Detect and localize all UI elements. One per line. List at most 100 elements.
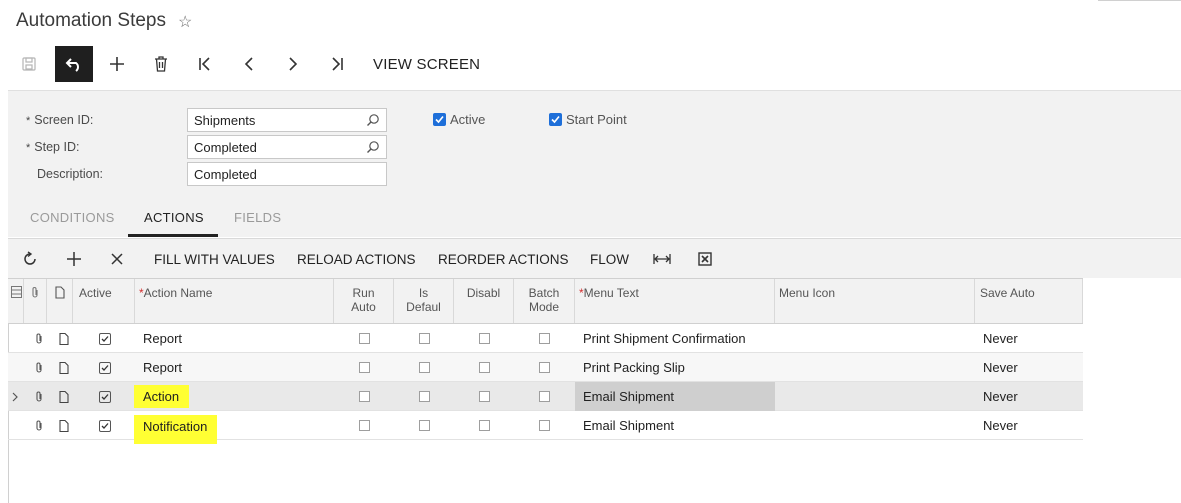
menu-text-cell[interactable]: Print Shipment Confirmation — [583, 324, 746, 353]
batch-mode-checkbox[interactable] — [539, 353, 550, 382]
note-icon[interactable] — [59, 411, 69, 440]
undo-icon — [65, 58, 79, 72]
delete-icon[interactable] — [150, 46, 172, 82]
run-auto-checkbox[interactable] — [359, 324, 370, 353]
header-menu-text[interactable]: *Menu Text — [575, 279, 775, 323]
run-auto-checkbox[interactable] — [359, 353, 370, 382]
batch-mode-checkbox[interactable] — [539, 411, 550, 440]
description-label: Description: — [37, 167, 103, 181]
note-icon[interactable] — [59, 382, 69, 411]
disabled-checkbox[interactable] — [479, 324, 490, 353]
header-disabled[interactable]: Disabl — [454, 279, 514, 323]
action-name-cell[interactable]: Report — [143, 353, 182, 382]
add-row-icon[interactable] — [66, 239, 82, 279]
action-name-cell[interactable]: Notification — [134, 411, 218, 449]
action-name-cell[interactable]: Action — [134, 382, 190, 411]
note-column-icon — [47, 279, 73, 323]
menu-text-cell[interactable]: Email Shipment — [575, 382, 775, 411]
disabled-checkbox[interactable] — [479, 382, 490, 411]
export-excel-icon[interactable] — [698, 239, 712, 279]
header-menu-icon[interactable]: Menu Icon — [775, 279, 975, 323]
attachment-icon[interactable] — [35, 411, 44, 440]
save-auto-cell[interactable]: Never — [983, 382, 1018, 411]
header-action-name[interactable]: *Action Name — [135, 279, 334, 323]
reorder-actions-button[interactable]: REORDER ACTIONS — [438, 239, 569, 279]
description-field[interactable]: Completed — [187, 162, 387, 186]
header-is-default[interactable]: Is Defaul — [394, 279, 454, 323]
attachment-icon[interactable] — [35, 382, 44, 411]
active-checkbox[interactable]: Active — [433, 112, 485, 127]
table-row[interactable]: Report Print Packing Slip Never — [8, 353, 1083, 382]
active-checkbox[interactable] — [99, 324, 111, 353]
search-icon — [367, 114, 379, 126]
save-auto-cell[interactable]: Never — [983, 324, 1018, 353]
flow-button[interactable]: FLOW — [590, 239, 629, 279]
fill-with-values-button[interactable]: FILL WITH VALUES — [154, 239, 275, 279]
menu-text-cell[interactable]: Email Shipment — [583, 411, 674, 440]
main-toolbar: VIEW SCREEN — [0, 46, 1181, 82]
header-run-auto[interactable]: Run Auto — [334, 279, 394, 323]
attachment-column-icon — [24, 279, 47, 323]
step-id-label: * Step ID: — [26, 140, 80, 154]
checkbox-checked-icon — [549, 113, 562, 126]
active-tab-indicator — [128, 234, 218, 237]
note-icon[interactable] — [59, 353, 69, 382]
tab-conditions[interactable]: CONDITIONS — [30, 210, 115, 225]
step-id-field[interactable]: Completed — [187, 135, 387, 159]
search-icon — [367, 141, 379, 153]
tab-actions[interactable]: ACTIONS — [144, 210, 204, 225]
fit-columns-icon[interactable] — [653, 239, 671, 279]
is-default-checkbox[interactable] — [419, 382, 430, 411]
grid-header: Active *Action Name Run Auto Is Defaul Dis… — [8, 278, 1083, 324]
run-auto-checkbox[interactable] — [359, 382, 370, 411]
title-bar: Automation Steps ☆ — [0, 0, 1181, 44]
add-icon[interactable] — [106, 46, 128, 82]
screen-id-label: * Screen ID: — [26, 113, 94, 127]
header-batch-mode[interactable]: Batch Mode — [514, 279, 575, 323]
column-settings-icon[interactable] — [8, 279, 24, 323]
table-row-selected[interactable]: Action Email Shipment Never — [8, 382, 1083, 411]
attachment-icon[interactable] — [35, 353, 44, 382]
undo-button[interactable] — [55, 46, 93, 82]
action-name-cell[interactable]: Report — [143, 324, 182, 353]
screen-id-field[interactable]: Shipments — [187, 108, 387, 132]
tab-fields[interactable]: FIELDS — [234, 210, 281, 225]
save-icon[interactable] — [18, 46, 40, 82]
favorite-star-icon[interactable]: ☆ — [178, 12, 192, 32]
attachment-icon[interactable] — [35, 324, 44, 353]
grid-toolbar: FILL WITH VALUES RELOAD ACTIONS REORDER … — [8, 238, 1181, 278]
active-checkbox[interactable] — [99, 411, 111, 440]
active-checkbox[interactable] — [99, 353, 111, 382]
run-auto-checkbox[interactable] — [359, 411, 370, 440]
first-record-icon[interactable] — [194, 46, 216, 82]
batch-mode-checkbox[interactable] — [539, 324, 550, 353]
reload-actions-button[interactable]: RELOAD ACTIONS — [297, 239, 416, 279]
checkbox-checked-icon — [433, 113, 446, 126]
is-default-checkbox[interactable] — [419, 353, 430, 382]
is-default-checkbox[interactable] — [419, 411, 430, 440]
menu-text-cell[interactable]: Print Packing Slip — [583, 353, 685, 382]
highlight-marker: Notification — [134, 415, 218, 444]
note-icon[interactable] — [59, 324, 69, 353]
table-row[interactable]: Notification Email Shipment Never — [8, 411, 1083, 444]
batch-mode-checkbox[interactable] — [539, 382, 550, 411]
table-row[interactable]: Report Print Shipment Confirmation Never — [8, 324, 1083, 353]
header-save-auto[interactable]: Save Auto — [975, 279, 1083, 323]
refresh-icon[interactable] — [22, 239, 38, 279]
header-active[interactable]: Active — [73, 279, 135, 323]
save-auto-cell[interactable]: Never — [983, 353, 1018, 382]
disabled-checkbox[interactable] — [479, 353, 490, 382]
disabled-checkbox[interactable] — [479, 411, 490, 440]
next-record-icon[interactable] — [282, 46, 304, 82]
last-record-icon[interactable] — [326, 46, 348, 82]
active-checkbox[interactable] — [99, 382, 111, 411]
start-point-checkbox[interactable]: Start Point — [549, 112, 627, 127]
save-auto-cell[interactable]: Never — [983, 411, 1018, 440]
delete-row-icon[interactable] — [110, 239, 124, 279]
step-id-value: Completed — [194, 140, 257, 155]
is-default-checkbox[interactable] — [419, 324, 430, 353]
row-selector-chevron-icon — [12, 382, 19, 411]
previous-record-icon[interactable] — [238, 46, 260, 82]
tab-bar: CONDITIONS ACTIONS FIELDS — [8, 200, 508, 237]
view-screen-button[interactable]: VIEW SCREEN — [373, 46, 480, 82]
